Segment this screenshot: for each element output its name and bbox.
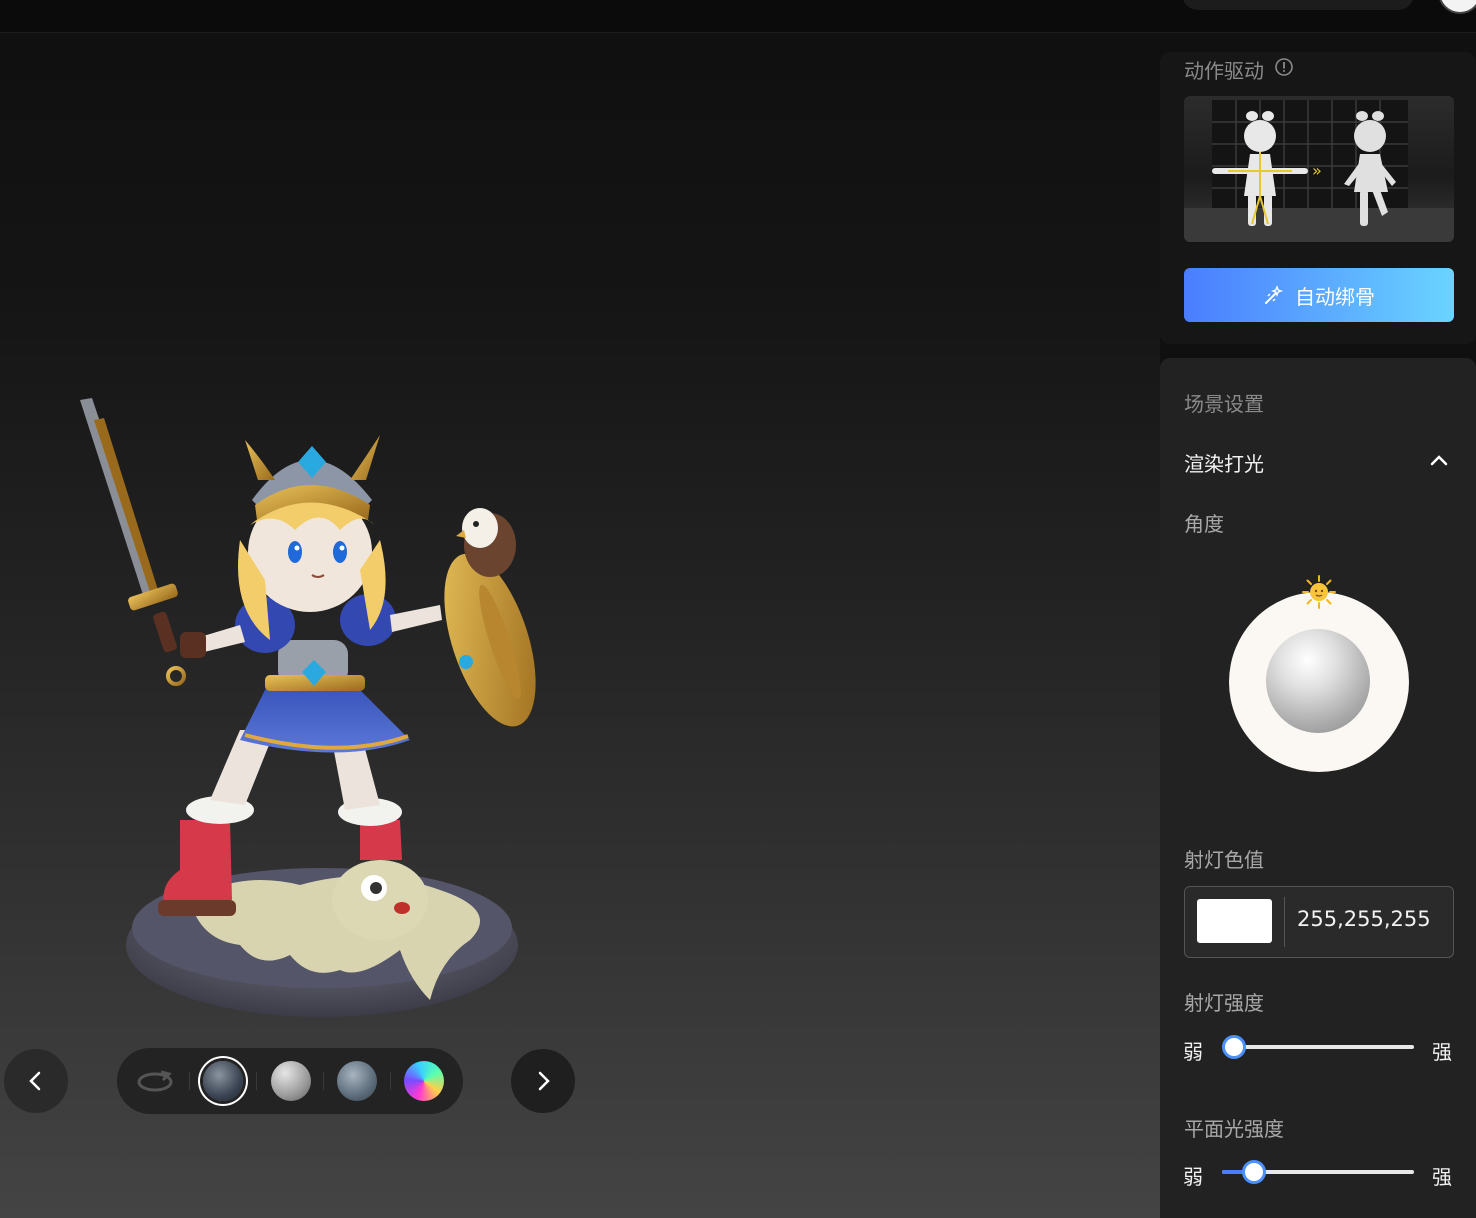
- spotlight-color-swatch[interactable]: [1197, 899, 1272, 943]
- chevron-left-icon: [29, 1071, 41, 1091]
- previous-button[interactable]: [4, 1049, 68, 1113]
- divider: [390, 1072, 391, 1090]
- env-gradient-rainbow[interactable]: [404, 1061, 444, 1101]
- divider: [189, 1072, 190, 1090]
- env-matte-gray[interactable]: [271, 1061, 311, 1101]
- angle-label: 角度: [1184, 512, 1224, 536]
- model-viewport[interactable]: [0, 0, 1160, 1218]
- sun-icon[interactable]: [1301, 574, 1337, 610]
- render-lighting-title: 渲染打光: [1184, 452, 1264, 476]
- env-hdri-studio[interactable]: [203, 1061, 243, 1101]
- divider: [256, 1072, 257, 1090]
- next-button[interactable]: [511, 1049, 575, 1113]
- spotlight-color-value[interactable]: 255,255,255: [1297, 907, 1431, 931]
- slider-thumb[interactable]: [1242, 1160, 1267, 1184]
- spotlight-color-field[interactable]: 255,255,255: [1184, 886, 1454, 958]
- slider-thumb[interactable]: [1222, 1035, 1246, 1059]
- strong-label: 强: [1432, 1040, 1452, 1064]
- scene-settings-title: 场景设置: [1184, 392, 1264, 416]
- motion-driving-title: 动作驱动: [1184, 59, 1264, 83]
- render-lighting-header[interactable]: 渲染打光: [1160, 436, 1476, 484]
- plane-light-slider[interactable]: [1222, 1160, 1414, 1184]
- avatar[interactable]: [1438, 0, 1476, 14]
- divider: [1284, 897, 1285, 947]
- top-search-pill[interactable]: [1182, 0, 1414, 10]
- top-bar: [0, 0, 1476, 33]
- chevron-right-icon: [538, 1071, 550, 1091]
- character-model-figure[interactable]: [40, 380, 580, 1040]
- weak-label: 弱: [1183, 1040, 1203, 1064]
- lighting-preview-sphere: [1266, 629, 1370, 733]
- divider: [323, 1072, 324, 1090]
- rotate-icon[interactable]: [135, 1061, 175, 1101]
- strong-label: 强: [1432, 1165, 1452, 1189]
- plane-light-label: 平面光强度: [1184, 1117, 1284, 1141]
- spotlight-intensity-slider[interactable]: [1222, 1035, 1414, 1059]
- auto-rig-button[interactable]: 自动绑骨: [1184, 268, 1454, 322]
- env-hdri-outdoor[interactable]: [337, 1061, 377, 1101]
- scene-settings-card: [1160, 358, 1476, 1218]
- svg-text:»: »: [1312, 161, 1322, 180]
- environment-toolbar: [117, 1048, 463, 1114]
- magic-wand-icon: [1265, 285, 1284, 304]
- spotlight-intensity-label: 射灯强度: [1184, 991, 1264, 1015]
- auto-rig-label: 自动绑骨: [1295, 284, 1375, 309]
- info-circle-icon[interactable]: [1274, 57, 1294, 77]
- motion-preview-image[interactable]: »: [1184, 96, 1454, 242]
- weak-label: 弱: [1183, 1165, 1203, 1189]
- chevron-up-icon: [1430, 455, 1448, 466]
- spotlight-color-label: 射灯色值: [1184, 848, 1264, 872]
- light-angle-dial[interactable]: [1229, 592, 1409, 772]
